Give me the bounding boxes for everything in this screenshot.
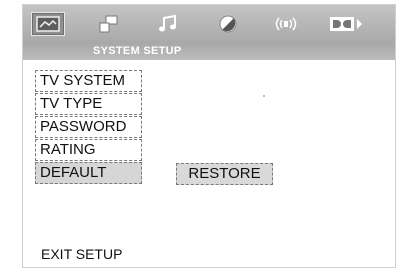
section-title-bar: SYSTEM SETUP [23,43,395,60]
tab-bar [23,5,395,43]
screen-speck [263,95,265,97]
tab-dolby-setup[interactable] [329,12,363,36]
exit-setup-item[interactable]: EXIT SETUP [41,246,122,262]
menu-item-rating[interactable]: RATING [35,139,142,161]
dolby-logo-icon [329,15,363,33]
setup-menu-screen: SYSTEM SETUP TV SYSTEM TV TYPE PASSWORD … [22,4,396,268]
tab-surround-setup[interactable] [269,12,303,36]
restore-option[interactable]: RESTORE [176,163,273,185]
section-title: SYSTEM SETUP [93,45,182,57]
tab-audio-setup[interactable] [151,12,185,36]
contrast-circle-icon [218,14,238,34]
speaker-setup-icon [97,14,119,34]
tab-system-setup[interactable] [31,12,65,36]
surround-sound-icon [273,16,299,32]
tab-speaker-setup[interactable] [91,12,125,36]
music-note-icon [157,14,179,34]
menu-item-password[interactable]: PASSWORD [35,116,142,138]
menu-item-tv-type[interactable]: TV TYPE [35,93,142,115]
menu-item-tv-system[interactable]: TV SYSTEM [35,70,142,92]
menu-item-default[interactable]: DEFAULT [35,162,142,184]
tab-video-setup[interactable] [211,12,245,36]
tv-screen-icon [36,16,60,32]
